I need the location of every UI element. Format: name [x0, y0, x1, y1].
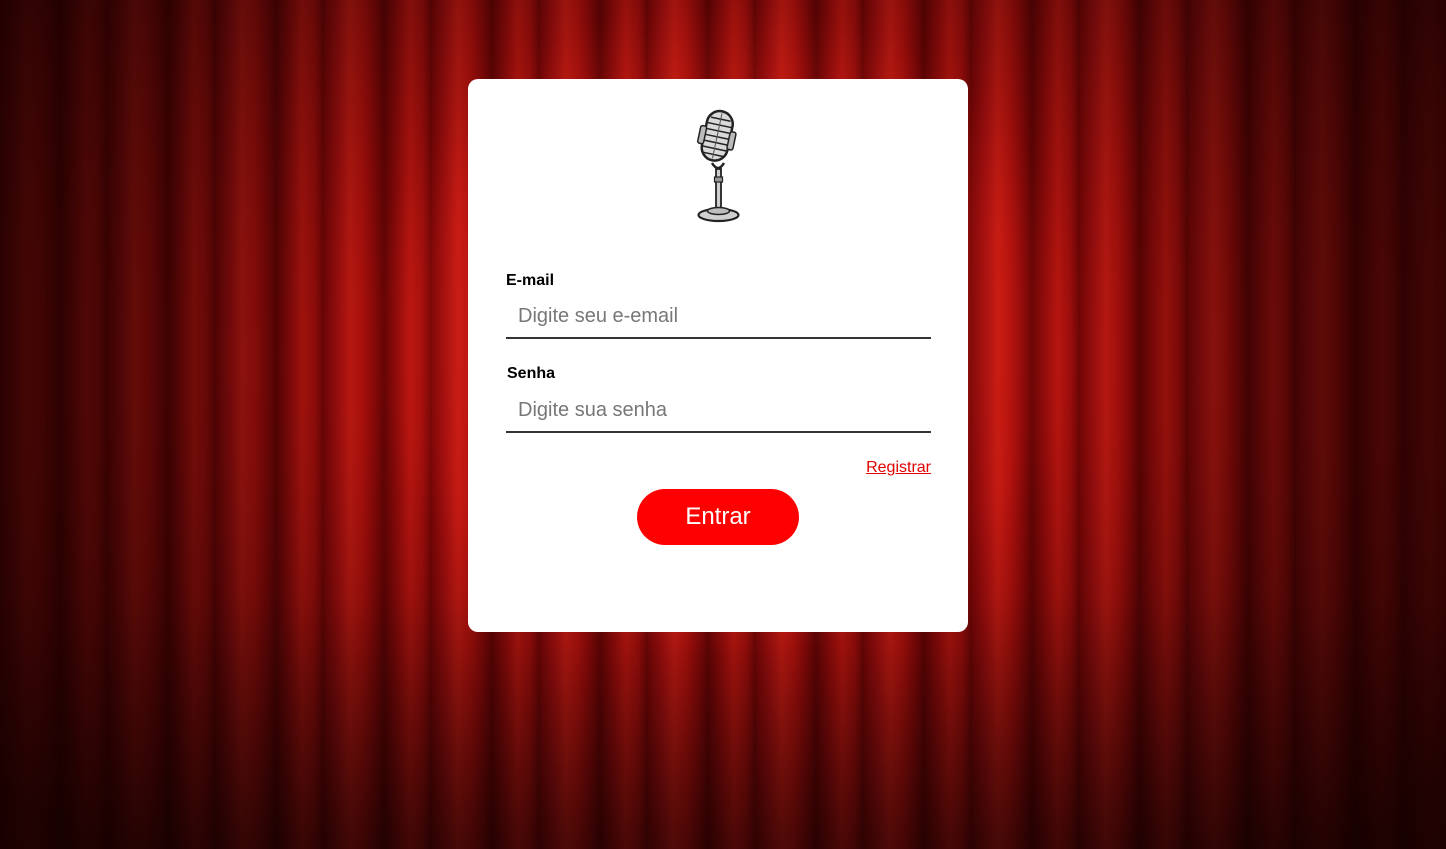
- curtain-background: E-mail Senha Registrar Entrar: [0, 0, 1446, 849]
- login-button[interactable]: Entrar: [637, 489, 799, 545]
- microphone-icon: [696, 109, 740, 223]
- register-link[interactable]: Registrar: [866, 459, 931, 477]
- email-label: E-mail: [506, 272, 555, 289]
- login-card: E-mail Senha Registrar Entrar: [468, 79, 968, 632]
- password-label: Senha: [507, 365, 556, 382]
- password-input[interactable]: [506, 389, 931, 433]
- email-input[interactable]: [506, 295, 931, 339]
